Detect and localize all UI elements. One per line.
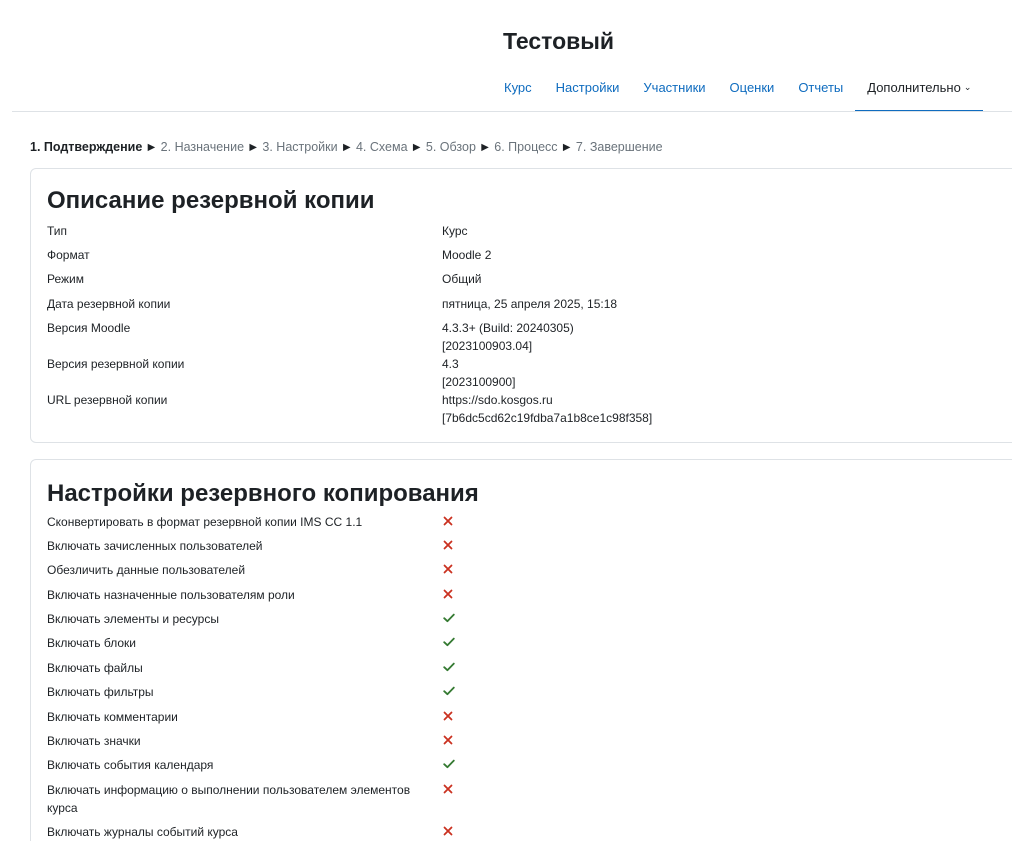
tab-course[interactable]: Курс bbox=[492, 80, 544, 112]
cross-icon bbox=[443, 513, 457, 531]
detail-value: [7b6dc5cd62c19fdba7a1b8ce1c98f358] bbox=[442, 411, 653, 425]
setting-label: Сконвертировать в формат резервной копии… bbox=[47, 515, 363, 529]
detail-value: Общий bbox=[442, 272, 482, 286]
step-separator: ► bbox=[410, 140, 423, 154]
nav-divider bbox=[12, 111, 1012, 112]
check-icon bbox=[443, 634, 457, 652]
setting-label: Включать события календаря bbox=[47, 758, 214, 772]
backup-details-card: Описание резервной копии Тип Курс Формат… bbox=[30, 168, 1012, 443]
detail-value: https://sdo.kosgos.ru bbox=[442, 393, 553, 407]
backup-settings-heading: Настройки резервного копирования bbox=[47, 480, 479, 507]
tab-reports[interactable]: Отчеты bbox=[786, 80, 855, 112]
tab-grades[interactable]: Оценки bbox=[718, 80, 787, 112]
detail-value: 4.3 bbox=[442, 357, 459, 371]
detail-label: URL резервной копии bbox=[47, 393, 168, 407]
setting-label: Включать зачисленных пользователей bbox=[47, 539, 263, 553]
cross-icon bbox=[443, 732, 457, 750]
setting-label: Обезличить данные пользователей bbox=[47, 563, 246, 577]
setting-label: Включать файлы bbox=[47, 661, 143, 675]
backup-details-heading: Описание резервной копии bbox=[47, 187, 375, 214]
course-nav: Курс Настройки Участники Оценки Отчеты Д… bbox=[492, 80, 984, 112]
step-current: 1. Подтверждение bbox=[30, 140, 143, 154]
chevron-down-icon: ⌄ bbox=[963, 82, 972, 92]
tab-more[interactable]: Дополнительно ⌄ bbox=[855, 80, 984, 112]
detail-label: Тип bbox=[47, 224, 68, 238]
setting-label: Включать значки bbox=[47, 734, 141, 748]
cross-icon bbox=[443, 823, 457, 841]
step-item: 5. Обзор bbox=[425, 140, 476, 154]
step-item: 7. Завершение bbox=[575, 140, 663, 154]
step-item: 3. Настройки bbox=[262, 140, 338, 154]
step-separator: ► bbox=[560, 140, 573, 154]
check-icon bbox=[443, 756, 457, 774]
detail-label: Формат bbox=[47, 248, 90, 262]
cross-icon bbox=[443, 708, 457, 726]
step-separator: ► bbox=[478, 140, 492, 154]
setting-label: Включать фильтры bbox=[47, 685, 154, 699]
cross-icon bbox=[443, 537, 457, 555]
check-icon bbox=[443, 659, 457, 677]
setting-label: Включать блоки bbox=[47, 636, 136, 650]
detail-value: [2023100903.04] bbox=[442, 339, 533, 353]
step-item: 4. Схема bbox=[355, 140, 408, 154]
setting-label: Включать журналы событий курса bbox=[47, 825, 238, 839]
setting-label: Включать элементы и ресурсы bbox=[47, 612, 219, 626]
cross-icon bbox=[443, 586, 457, 604]
backup-settings-card: Настройки резервного копирования Сконвер… bbox=[30, 459, 1012, 841]
detail-label: Дата резервной копии bbox=[47, 297, 171, 311]
detail-label: Версия Moodle bbox=[47, 321, 131, 335]
setting-label: Включать информацию о выполнении пользов… bbox=[47, 783, 411, 815]
tab-participants[interactable]: Участники bbox=[631, 80, 717, 112]
setting-label: Включать комментарии bbox=[47, 710, 178, 724]
step-item: 6. Процесс bbox=[494, 140, 558, 154]
step-item: 2. Назначение bbox=[160, 140, 245, 154]
detail-value: пятница, 25 апреля 2025, 15:18 bbox=[442, 297, 618, 311]
detail-label: Режим bbox=[47, 272, 84, 286]
step-separator: ► bbox=[340, 140, 353, 154]
detail-value: Moodle 2 bbox=[442, 248, 492, 262]
check-icon bbox=[443, 683, 457, 701]
step-separator: ► bbox=[247, 140, 260, 154]
detail-value: [2023100900] bbox=[442, 375, 516, 389]
cross-icon bbox=[443, 561, 457, 579]
tab-settings[interactable]: Настройки bbox=[544, 80, 632, 112]
setting-label: Включать назначенные пользователям роли bbox=[47, 588, 295, 602]
page-title: Тестовый bbox=[502, 28, 615, 54]
detail-value: 4.3.3+ (Build: 20240305) bbox=[442, 321, 574, 335]
tab-more-label: Дополнительно bbox=[867, 80, 961, 95]
detail-label: Версия резервной копии bbox=[47, 357, 185, 371]
step-separator: ► bbox=[145, 140, 158, 154]
detail-value: Курс bbox=[442, 224, 468, 238]
check-icon bbox=[443, 610, 457, 628]
backup-progress-steps: 1. Подтверждение ► 2. Назначение ► 3. Настро… bbox=[30, 140, 663, 154]
cross-icon bbox=[443, 781, 457, 799]
